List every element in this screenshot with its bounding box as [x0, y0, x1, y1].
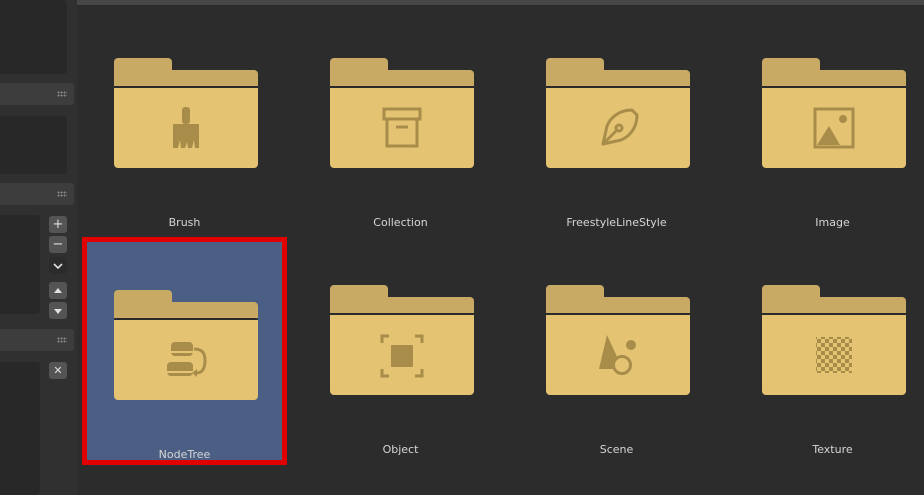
folder-item[interactable]: Collection	[298, 5, 503, 233]
triangle-down-icon	[54, 309, 62, 314]
sidebar-box-2	[0, 116, 67, 174]
folder-icon	[330, 285, 474, 395]
sidebar-panel-header-1[interactable]	[0, 83, 74, 105]
folder-icon	[330, 58, 474, 168]
remove-button[interactable]: −	[49, 236, 67, 253]
folder-icon	[762, 58, 906, 168]
folder-label: Texture	[812, 443, 853, 456]
drag-grip-icon[interactable]	[57, 337, 67, 343]
object-cube-icon	[380, 334, 424, 378]
folder-icon	[546, 58, 690, 168]
folder-item[interactable]: Scene	[514, 232, 719, 460]
folder-item[interactable]: Object	[298, 232, 503, 460]
folder-item[interactable]: Image	[730, 5, 924, 233]
checkerboard-texture-icon	[816, 337, 852, 373]
folder-icon	[546, 285, 690, 395]
folder-label: FreestyleLineStyle	[566, 216, 667, 229]
add-button[interactable]: +	[49, 216, 67, 233]
brush-icon	[173, 107, 199, 148]
sidebar-list	[0, 215, 40, 314]
scene-shapes-icon	[599, 335, 636, 375]
drag-grip-icon[interactable]	[57, 191, 67, 197]
move-up-button[interactable]	[49, 282, 67, 299]
drag-grip-icon[interactable]	[57, 91, 67, 97]
node-tree-icon	[167, 342, 207, 377]
chevron-down-icon	[53, 263, 63, 270]
folder-icon	[762, 285, 906, 395]
folder-item-selected[interactable]: NodeTree	[82, 237, 287, 465]
archive-box-icon	[382, 107, 422, 148]
move-down-button[interactable]	[49, 302, 67, 319]
sidebar-panel: + − ✕	[0, 0, 77, 495]
pen-nib-icon	[601, 108, 639, 146]
folder-label: Brush	[168, 216, 201, 229]
folder-label: Object	[382, 443, 419, 456]
image-icon	[813, 107, 855, 149]
triangle-up-icon	[54, 288, 62, 293]
sidebar-list-2	[0, 362, 40, 495]
folder-item[interactable]: Brush	[82, 5, 287, 233]
expand-menu-button[interactable]	[49, 257, 67, 274]
sidebar-panel-header-3[interactable]	[0, 329, 74, 351]
folder-label: Collection	[373, 216, 428, 229]
folder-label: NodeTree	[158, 448, 211, 461]
sidebar-panel-header-2[interactable]	[0, 183, 74, 205]
folder-icon	[114, 58, 258, 168]
folder-label: Image	[815, 216, 850, 229]
file-browser-grid: Brush Collection FreestyleLineStyle Imag…	[77, 5, 924, 495]
sidebar-top-box	[0, 0, 67, 74]
folder-item[interactable]: Texture	[730, 232, 924, 460]
close-button[interactable]: ✕	[49, 362, 67, 379]
folder-icon	[114, 290, 258, 400]
folder-label: Scene	[599, 443, 634, 456]
folder-item[interactable]: FreestyleLineStyle	[514, 5, 719, 233]
